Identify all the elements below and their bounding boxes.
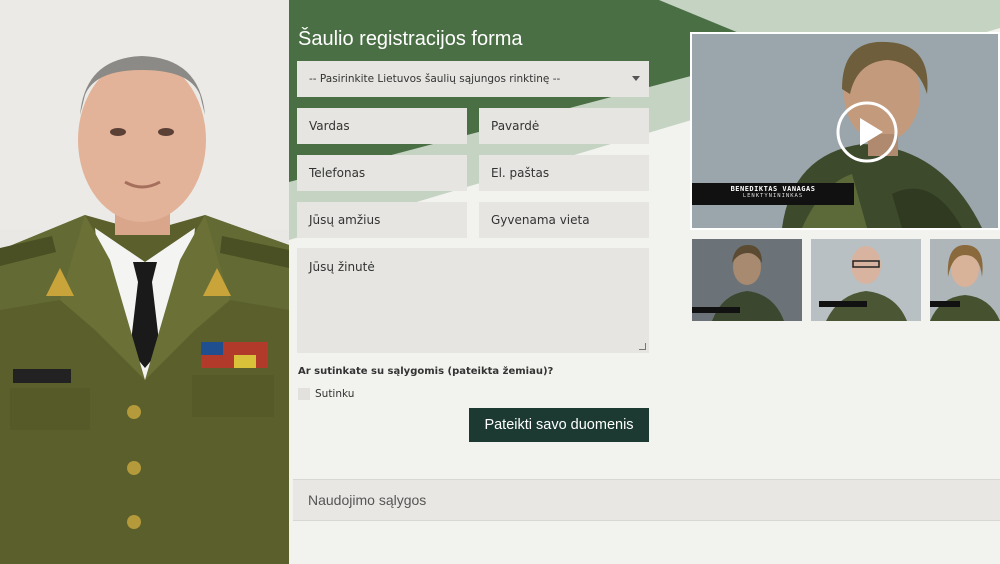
select-placeholder: -- Pasirinkite Lietuvos šaulių sąjungos … <box>309 73 561 85</box>
last-name-field[interactable]: Pavardė <box>479 108 649 144</box>
video-thumbnail[interactable] <box>811 239 921 321</box>
email-field[interactable]: El. paštas <box>479 155 649 191</box>
terms-label: Naudojimo sąlygos <box>308 492 427 508</box>
message-placeholder: Jūsų žinutė <box>309 260 375 274</box>
consent-question: Ar sutinkate su sąlygomis (pateikta žemi… <box>298 366 554 377</box>
officer-portrait <box>0 0 289 564</box>
video-thumbnail[interactable] <box>692 239 802 321</box>
consent-checkbox[interactable] <box>298 388 310 400</box>
caption-role: LENKTYNININKAS <box>742 193 804 199</box>
terms-accordion[interactable]: Naudojimo sąlygos <box>293 479 1000 521</box>
video-caption: BENEDIKTAS VANAGAS LENKTYNININKAS <box>692 183 854 205</box>
video-thumbnail[interactable] <box>930 239 1000 321</box>
unit-select[interactable]: -- Pasirinkite Lietuvos šaulių sąjungos … <box>297 61 649 97</box>
consent-label[interactable]: Sutinku <box>315 388 354 400</box>
play-icon[interactable] <box>835 100 899 164</box>
residence-field[interactable]: Gyvenama vieta <box>479 202 649 238</box>
caption-name: BENEDIKTAS VANAGAS <box>730 185 816 193</box>
age-field[interactable]: Jūsų amžius <box>297 202 467 238</box>
officer-photo <box>0 0 289 564</box>
chevron-down-icon <box>632 76 640 81</box>
first-name-field[interactable]: Vardas <box>297 108 467 144</box>
submit-button[interactable]: Pateikti savo duomenis <box>469 408 649 442</box>
resize-handle-icon[interactable] <box>639 343 646 350</box>
form-title: Šaulio registracijos forma <box>298 28 523 50</box>
message-field[interactable]: Jūsų žinutė <box>297 248 649 353</box>
phone-field[interactable]: Telefonas <box>297 155 467 191</box>
